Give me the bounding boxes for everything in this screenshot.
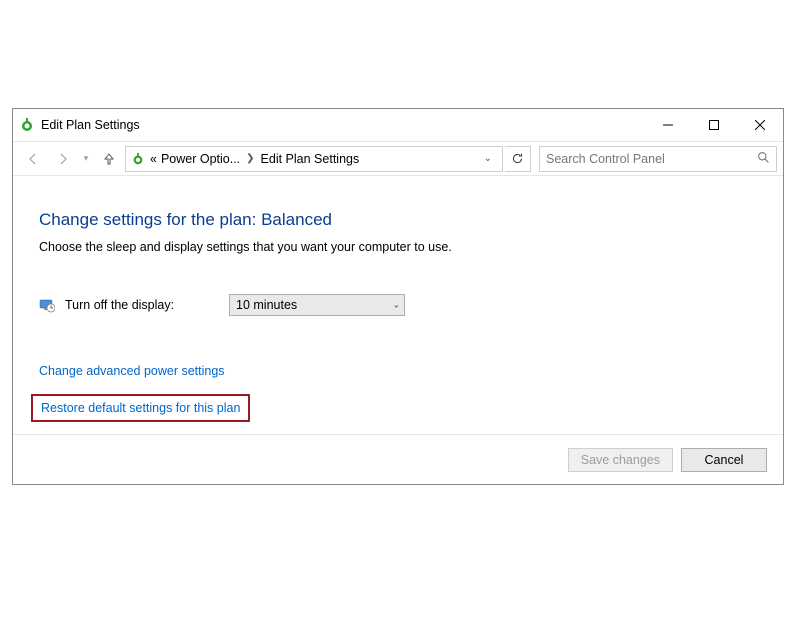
back-button[interactable] (19, 145, 47, 173)
display-timeout-value: 10 minutes (236, 298, 297, 312)
edit-plan-window: Edit Plan Settings ▾ (12, 108, 784, 485)
display-timeout-select[interactable]: 10 minutes ⌄ (229, 294, 405, 316)
cancel-button[interactable]: Cancel (681, 448, 767, 472)
close-button[interactable] (737, 109, 783, 141)
minimize-button[interactable] (645, 109, 691, 141)
address-bar: ▾ « Power Optio... ❯ Edit Plan Settings … (13, 141, 783, 175)
breadcrumb-dropdown-icon[interactable]: ⌄ (478, 153, 498, 164)
window-title: Edit Plan Settings (41, 118, 140, 132)
restore-highlight: Restore default settings for this plan (31, 394, 250, 422)
breadcrumb-prefix: « (150, 152, 157, 166)
recent-locations-button[interactable]: ▾ (79, 145, 93, 173)
page-subtext: Choose the sleep and display settings th… (39, 240, 757, 254)
breadcrumb-item[interactable]: Power Optio... (161, 152, 240, 166)
page-heading: Change settings for the plan: Balanced (39, 210, 757, 230)
breadcrumb[interactable]: « Power Optio... ❯ Edit Plan Settings ⌄ (125, 146, 503, 172)
display-icon (39, 297, 55, 313)
chevron-right-icon[interactable]: ❯ (244, 153, 256, 164)
footer: Save changes Cancel (13, 434, 783, 484)
display-timeout-row: Turn off the display: 10 minutes ⌄ (39, 294, 757, 316)
content-area: Change settings for the plan: Balanced C… (13, 176, 783, 434)
up-button[interactable] (95, 145, 123, 173)
power-options-icon (130, 151, 146, 167)
search-input[interactable] (546, 152, 757, 166)
power-options-icon (19, 117, 35, 133)
chevron-down-icon: ⌄ (392, 300, 400, 311)
save-button: Save changes (568, 448, 673, 472)
search-icon[interactable] (757, 151, 770, 167)
maximize-button[interactable] (691, 109, 737, 141)
refresh-button[interactable] (505, 146, 531, 172)
display-timeout-label: Turn off the display: (65, 298, 219, 312)
advanced-settings-link[interactable]: Change advanced power settings (39, 364, 757, 378)
title-bar: Edit Plan Settings (13, 109, 783, 141)
restore-defaults-link[interactable]: Restore default settings for this plan (41, 401, 240, 415)
forward-button[interactable] (49, 145, 77, 173)
breadcrumb-item[interactable]: Edit Plan Settings (261, 152, 360, 166)
search-box[interactable] (539, 146, 777, 172)
